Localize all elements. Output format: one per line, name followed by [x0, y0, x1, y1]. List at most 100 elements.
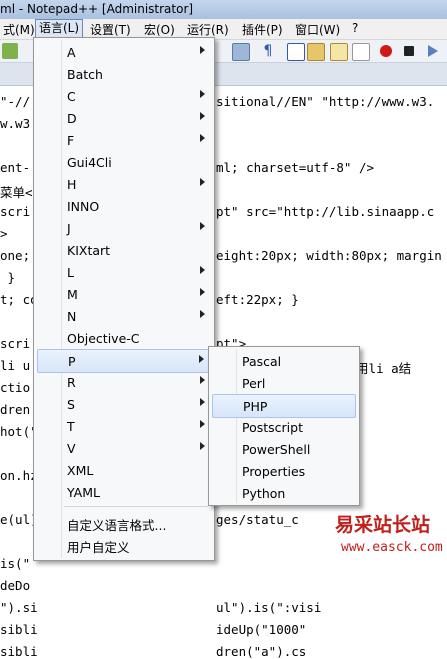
language-menu-item[interactable]: F — [37, 129, 211, 151]
submenu-arrow-icon — [200, 288, 205, 296]
language-menu: A Batch C D F Gui4Cli H INNO J KIXtart L M N Objectiv… — [33, 37, 215, 561]
language-menu-item[interactable]: T — [37, 415, 211, 437]
submenu-arrow-icon — [200, 134, 205, 142]
language-menu-item[interactable]: XML — [37, 459, 211, 481]
language-menu-item[interactable]: H — [37, 173, 211, 195]
menu-item-label: H — [67, 177, 77, 192]
code-line-left: ").si — [0, 600, 38, 615]
language-menu-item[interactable]: R — [37, 371, 211, 393]
watermark-title: 易采站长站 — [335, 514, 431, 536]
menu-macro[interactable]: 宏(O) — [141, 21, 178, 38]
menu-item-label: A — [67, 45, 76, 60]
menu-item-label: Gui4Cli — [67, 155, 112, 170]
code-line-left: w.w3 — [0, 116, 31, 131]
menu-settings[interactable]: 设置(T) — [87, 21, 134, 38]
define-language-item[interactable]: 自定义语言格式... — [37, 511, 211, 533]
folder-icon[interactable] — [307, 43, 325, 61]
submenu-arrow-icon — [200, 310, 205, 318]
language-menu-item[interactable]: YAML — [37, 481, 211, 503]
code-line-left: scri — [0, 204, 31, 219]
language-menu-item[interactable]: Batch — [37, 63, 211, 85]
menu-item-label: Batch — [67, 67, 103, 82]
code-line-left: sibli — [0, 644, 38, 659]
language-menu-item[interactable]: S — [37, 393, 211, 415]
code-line-right: ideUp("1000" — [216, 622, 307, 637]
watermark: 易采站长站 www.easck.com — [335, 502, 447, 565]
title-bar: ml - Notepad++ [Administrator] — [0, 0, 447, 19]
menu-item-label: YAML — [67, 485, 100, 500]
menu-help[interactable]: ? — [349, 21, 361, 35]
code-line-right: eight:20px; width:80px; margin — [216, 248, 442, 263]
menu-item-label: S — [67, 397, 75, 412]
code-line-right: ml; charset=utf-8" /> — [216, 160, 375, 175]
language-menu-item[interactable]: Gui4Cli — [37, 151, 211, 173]
language-menu-item[interactable]: INNO — [37, 195, 211, 217]
menu-separator — [64, 506, 208, 507]
menu-item-label: INNO — [67, 199, 100, 214]
play-macro-icon[interactable] — [428, 45, 438, 57]
indent-guide-icon[interactable] — [287, 43, 305, 61]
menu-run[interactable]: 运行(R) — [184, 21, 232, 38]
language-menu-item[interactable]: J — [37, 217, 211, 239]
language-menu-item[interactable]: D — [37, 107, 211, 129]
code-line-right: ges/statu_c — [216, 512, 299, 527]
submenu-arrow-icon — [200, 376, 205, 384]
submenu-arrow-icon — [200, 222, 205, 230]
menu-item-label: Perl — [242, 376, 266, 391]
p-submenu-item[interactable]: Properties — [212, 460, 356, 482]
code-line-left: ctio — [0, 380, 31, 395]
submenu-arrow-icon — [199, 355, 204, 363]
language-menu-item[interactable]: V — [37, 437, 211, 459]
code-line-right: sitional//EN" "http://www.w3. — [216, 94, 435, 109]
menu-item-label: XML — [67, 463, 94, 478]
language-menu-item[interactable]: KIXtart — [37, 239, 211, 261]
menu-item-label: P — [68, 354, 76, 369]
pilcrow-icon[interactable]: ¶ — [260, 43, 276, 59]
code-line-right: dren("a").cs — [216, 644, 307, 659]
menu-item-label: PHP — [243, 399, 268, 414]
p-submenu-item[interactable]: Postscript — [212, 416, 356, 438]
p-submenu-item[interactable]: Perl — [212, 372, 356, 394]
language-menu-item[interactable]: A — [37, 41, 211, 63]
p-submenu-item[interactable]: Python — [212, 482, 356, 504]
record-macro-icon[interactable] — [380, 45, 392, 57]
submenu-arrow-icon — [200, 178, 205, 186]
menu-item-label: Postscript — [242, 420, 303, 435]
menu-item-label: Objective-C — [67, 331, 140, 346]
language-menu-item[interactable]: N — [37, 305, 211, 327]
menu-format[interactable]: 式(M) — [0, 21, 38, 38]
user-defined-item[interactable]: 用户自定义 — [37, 533, 211, 555]
language-menu-item[interactable]: L — [37, 261, 211, 283]
p-submenu-item[interactable]: PowerShell — [212, 438, 356, 460]
language-menu-item[interactable]: P — [37, 349, 211, 373]
menu-item-label: C — [67, 89, 76, 104]
window-title: ml - Notepad++ [Administrator] — [0, 2, 194, 16]
menu-item-label: Properties — [242, 464, 306, 479]
menu-item-label: Pascal — [242, 354, 282, 369]
code-line-right: ul").is(":visi — [216, 600, 322, 615]
menu-item-label: 自定义语言格式... — [67, 518, 167, 533]
submenu-arrow-icon — [200, 46, 205, 54]
menu-plugins[interactable]: 插件(P) — [239, 21, 286, 38]
menu-item-label: L — [67, 265, 74, 280]
language-menu-item[interactable]: M — [37, 283, 211, 305]
edit-icon[interactable] — [352, 43, 370, 61]
submenu-arrow-icon — [200, 112, 205, 120]
doc-icon[interactable] — [330, 43, 348, 61]
menu-window[interactable]: 窗口(W) — [292, 21, 343, 38]
code-line-left: scri — [0, 336, 31, 351]
wrap-icon[interactable] — [232, 43, 250, 61]
language-menu-item[interactable]: C — [37, 85, 211, 107]
code-line-left: sibli — [0, 622, 38, 637]
menu-language[interactable]: 语言(L) — [35, 19, 84, 38]
language-menu-item[interactable]: Objective-C — [37, 327, 211, 349]
stop-macro-icon[interactable] — [404, 46, 414, 56]
submenu-arrow-icon — [200, 398, 205, 406]
arrow-icon[interactable] — [2, 43, 18, 59]
submenu-arrow-icon — [200, 266, 205, 274]
menu-item-label: V — [67, 441, 76, 456]
p-submenu-item[interactable]: PHP — [212, 394, 356, 418]
p-submenu-item[interactable]: Pascal — [212, 350, 356, 372]
submenu-arrow-icon — [200, 442, 205, 450]
code-line-left: } — [0, 270, 16, 285]
